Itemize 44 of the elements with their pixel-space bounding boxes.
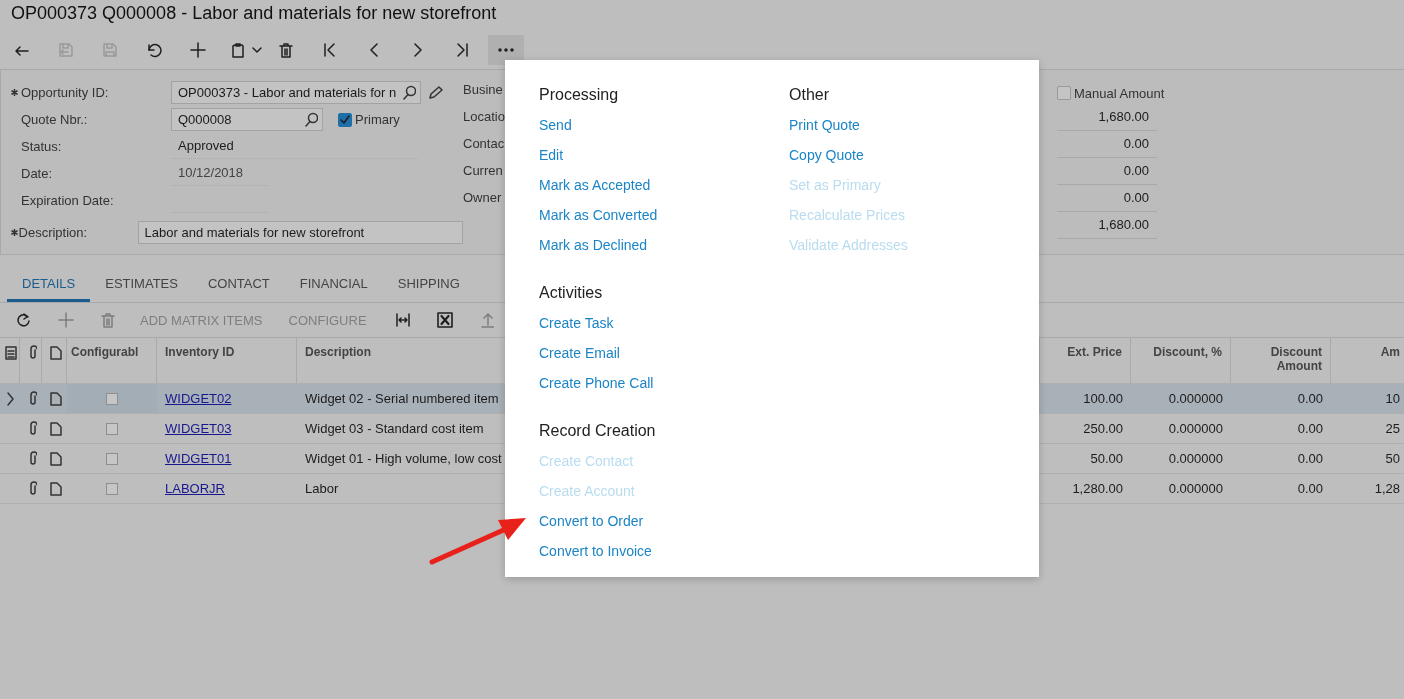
table-cell: 0.00 xyxy=(1297,451,1323,466)
table-cell: 1,280.00 xyxy=(1072,481,1123,496)
field-value: Approved xyxy=(171,134,418,159)
field-label: Owner xyxy=(463,190,502,207)
table-cell: Widget 01 - High volume, low cost xyxy=(305,451,502,466)
table-cell: 50 xyxy=(1385,451,1400,466)
menu-section-title: Processing xyxy=(539,86,619,105)
table-cell: 50.00 xyxy=(1090,451,1123,466)
field-label: Contac xyxy=(463,136,505,153)
field-label: Date: xyxy=(21,166,54,181)
table-cell: 0.000000 xyxy=(1168,481,1223,496)
amount-field: 1,680.00 xyxy=(1057,104,1157,131)
checkbox-label: Primary xyxy=(355,112,400,127)
table-cell: Widget 03 - Standard cost item xyxy=(305,421,484,436)
table-cell: 0.00 xyxy=(1297,481,1323,496)
table-cell: 1,28 xyxy=(1374,481,1400,496)
table-cell: 0.000000 xyxy=(1168,451,1223,466)
table-cell: 0.000000 xyxy=(1168,391,1223,406)
table-cell: 0.00 xyxy=(1297,421,1323,436)
menu-section-title: Other xyxy=(789,86,829,105)
table-cell: Widget 02 - Serial numbered item xyxy=(305,391,499,406)
table-cell: Labor xyxy=(305,481,339,496)
field-label: Description: xyxy=(18,225,89,240)
field-label: Expiration Date: xyxy=(21,193,115,208)
field-label: Quote Nbr.: xyxy=(21,112,89,127)
amount-field: 1,680.00 xyxy=(1057,212,1157,239)
field-label: Locatio xyxy=(463,109,505,126)
field-label: Busine xyxy=(463,82,503,99)
table-cell: 0.000000 xyxy=(1168,421,1223,436)
field-label: Curren xyxy=(463,163,503,180)
table-cell: 100.00 xyxy=(1083,391,1123,406)
field-label: Opportunity ID: xyxy=(21,85,110,100)
amount-field: 0.00 xyxy=(1057,131,1157,158)
amount-field: 0.00 xyxy=(1057,185,1157,212)
checkbox-label: Manual Amount xyxy=(1074,85,1165,101)
table-cell: 10 xyxy=(1385,391,1400,406)
table-cell: 0.00 xyxy=(1297,391,1323,406)
menu-section-title: Record Creation xyxy=(539,422,656,441)
field-label: Status: xyxy=(21,139,63,154)
menu-section-title: Activities xyxy=(539,284,603,303)
window-title: OP000373 Q000008 - Labor and materials for new storefront xyxy=(10,2,498,25)
amount-field: 0.00 xyxy=(1057,158,1157,185)
table-cell: 250.00 xyxy=(1083,421,1123,436)
table-cell: 25 xyxy=(1385,421,1400,436)
